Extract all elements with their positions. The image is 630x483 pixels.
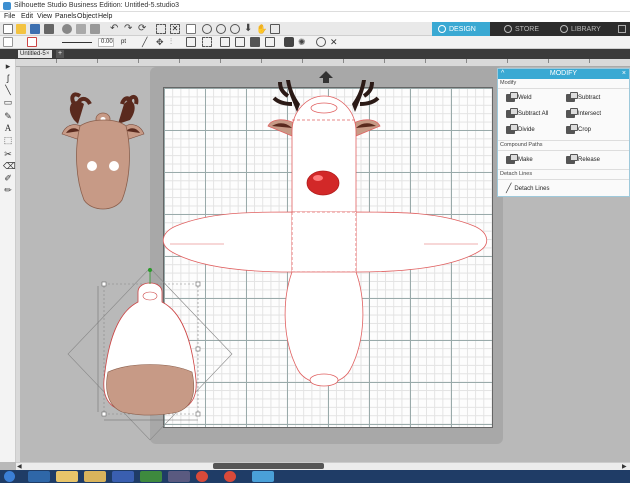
taskbar [0,470,630,483]
intersect-label: Intersect [578,110,602,117]
subtract-icon [566,91,578,102]
subtract-all-label: Subtract All [518,110,549,117]
left-eye-hole [87,161,97,171]
spreadsheet-icon[interactable] [140,471,162,482]
modify-panel-title: MODIFY [549,70,578,77]
divider [498,150,629,151]
selected-bell-shape[interactable] [67,267,233,441]
make-compound-button[interactable]: Make [506,153,533,165]
right-eye-hole [109,161,119,171]
chrome-icon[interactable] [224,471,236,482]
release-compound-button[interactable]: Release [566,153,601,165]
app-grid-icon[interactable] [168,471,190,482]
detach-lines-button[interactable]: ╱ Detach Lines [506,183,549,194]
make-label: Make [518,156,533,163]
folder-icon[interactable] [56,471,78,482]
divide-icon [506,123,518,134]
right-antler [118,101,135,124]
detach-lines-section-label: Detach Lines [500,171,533,177]
release-label: Release [578,156,601,163]
make-compound-icon [506,153,518,164]
divide-button[interactable]: Divide [506,123,535,135]
start-button-icon[interactable] [4,471,15,482]
divide-label: Divide [518,126,535,133]
weld-label: Weld [518,94,532,101]
subtract-label: Subtract [578,94,601,101]
crop-label: Crop [578,126,592,133]
silhouette-app-icon[interactable] [252,471,274,482]
scrollbar-thumb[interactable] [213,463,324,469]
divider [498,140,629,141]
compound-paths-section-label: Compound Paths [500,142,543,148]
release-compound-icon [566,153,578,164]
modify-section-label: Modify [500,80,517,86]
ie-icon[interactable] [28,471,50,482]
crop-icon [566,123,578,134]
crop-button[interactable]: Crop [566,123,592,135]
divider [498,179,629,180]
weld-icon [506,91,518,102]
subtract-all-button[interactable]: Subtract All [506,107,549,119]
weld-button[interactable]: Weld [506,91,532,103]
divider [498,169,629,170]
resize-handle[interactable] [195,411,201,417]
divider [498,88,629,89]
word-icon[interactable] [112,471,134,482]
media-icon[interactable] [84,471,106,482]
rotate-handle[interactable] [148,268,152,272]
resize-handle[interactable] [101,281,107,287]
chrome-icon[interactable] [196,471,208,482]
modify-panel: ^ MODIFY × Modify Weld Subtract Subtract… [497,68,630,197]
modify-panel-header: ^ MODIFY × [498,69,629,79]
bell-brown-fill [106,364,195,416]
reindeer-head-shape[interactable] [61,92,145,210]
scroll-right-icon[interactable]: ▶ [622,463,627,470]
resize-handle[interactable] [195,281,201,287]
resize-handle[interactable] [195,346,201,352]
close-panel-icon[interactable]: × [622,69,626,79]
intersect-button[interactable]: Intersect [566,107,602,119]
resize-handle[interactable] [101,411,107,417]
detach-lines-icon: ╱ [506,183,512,193]
intersect-icon [566,107,578,118]
subtract-all-icon [506,107,518,118]
reindeer-box-template[interactable] [163,80,487,387]
scroll-left-icon[interactable]: ◀ [17,463,22,470]
collapse-panel-icon[interactable]: ^ [501,69,504,79]
detach-lines-label: Detach Lines [514,185,550,192]
subtract-button[interactable]: Subtract [566,91,601,103]
